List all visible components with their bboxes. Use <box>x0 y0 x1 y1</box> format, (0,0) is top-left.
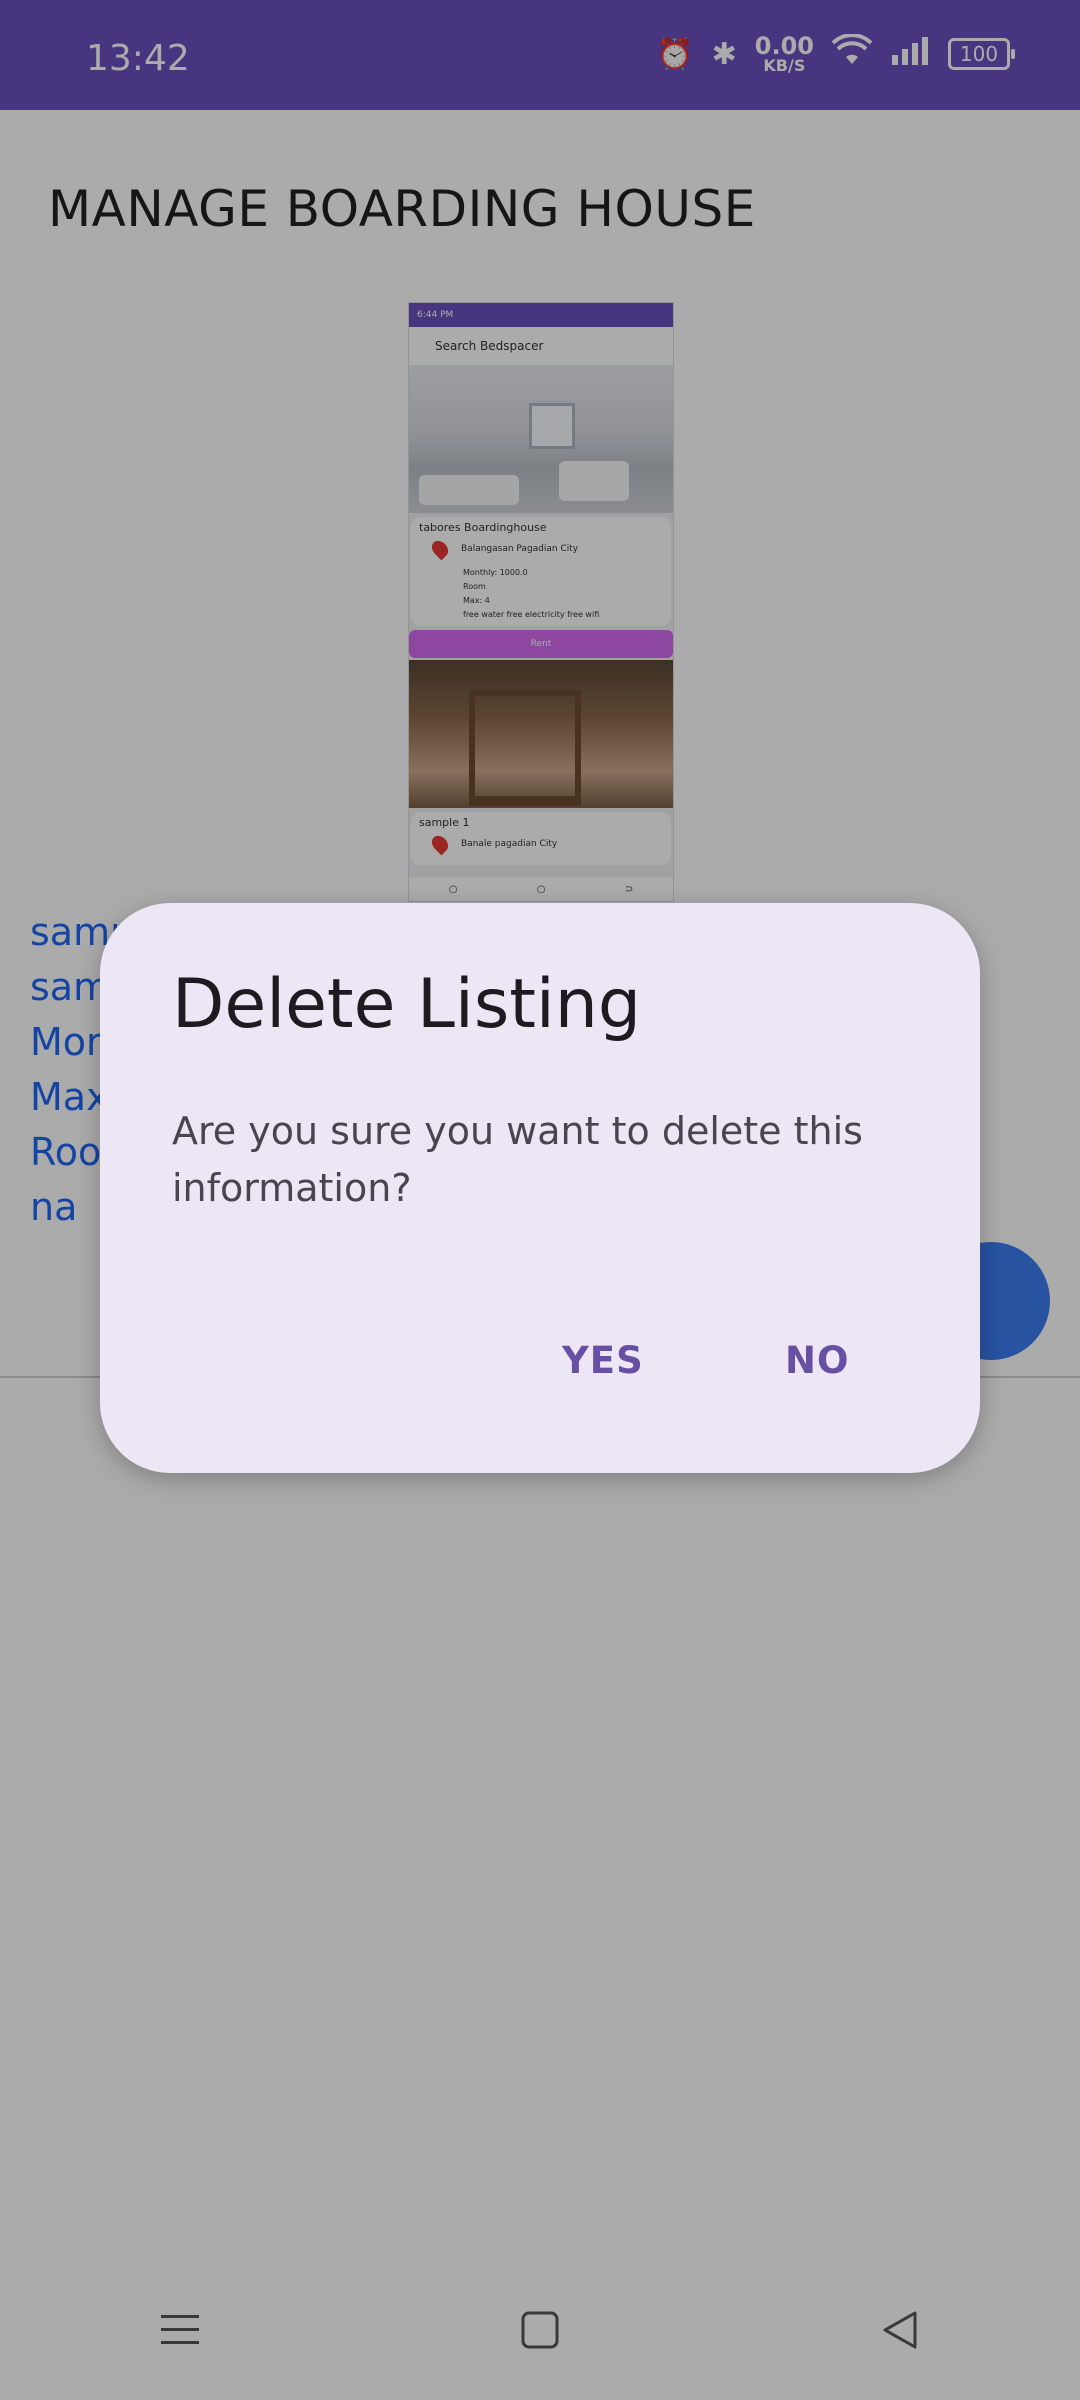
dialog-title: Delete Listing <box>172 965 642 1044</box>
dialog-message: Are you sure you want to delete this inf… <box>172 1109 863 1210</box>
no-button[interactable]: NO <box>773 1331 861 1390</box>
delete-listing-dialog: Delete Listing Are you sure you want to … <box>100 903 980 1473</box>
yes-button[interactable]: YES <box>550 1331 656 1390</box>
screen: 13:42 ⏰ ✱ 0.00 KB/S 100 MANAGE BOARDING … <box>0 0 1080 2400</box>
